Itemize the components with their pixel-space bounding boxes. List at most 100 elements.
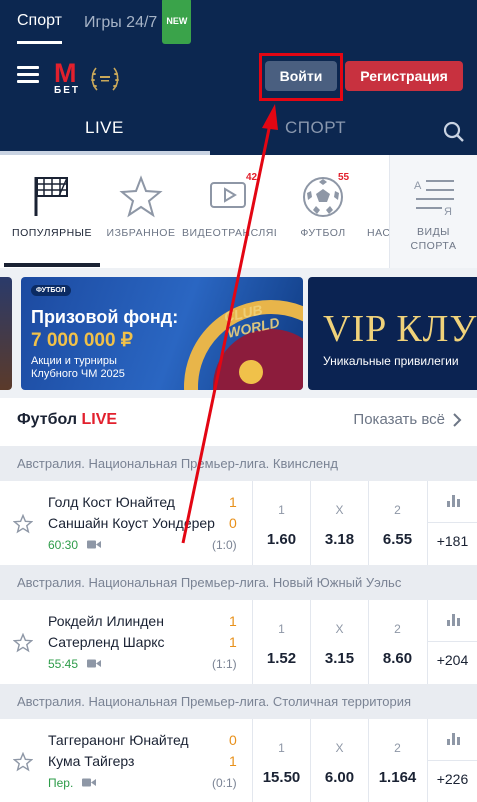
category-label: ФУТБОЛ [300,227,346,239]
odds-label: X [335,741,344,755]
team-home: Рокдейл Илинден [48,613,164,629]
odds-value: 15.50 [262,769,301,786]
search-icon[interactable] [443,121,465,143]
odds-button[interactable]: 2 6.55 [368,481,426,565]
screen: { "top_tabs": [ {"label": "Спорт", "acti… [0,0,477,802]
stats-icon[interactable] [447,733,461,745]
star-icon [119,175,163,218]
match-row[interactable]: Рокдейл Илинден Сатерленд Шаркс 1 1 55:45 (1:… [0,600,477,684]
vip-title: VIP КЛУБ [323,308,477,350]
odds-label: X [335,503,344,517]
more-markets-count[interactable]: +226 [428,771,477,787]
favorite-star-icon[interactable] [13,633,33,653]
odds-button[interactable]: 1 15.50 [252,719,310,802]
tab-games[interactable]: Игры 24/7 NEW [84,0,192,44]
tab-live[interactable]: LIVE [85,118,124,138]
category-label-line: ВИДЫ [417,226,450,238]
score-away: 0 [229,515,237,531]
divider [428,522,477,523]
team-away: Саншайн Коуст Уондерер [48,515,215,531]
tab-sport[interactable]: Спорт [17,0,62,44]
odds-value: 3.15 [324,650,355,667]
match-time: Пер. [48,776,74,790]
chevron-right-icon[interactable] [451,413,463,427]
more-markets-count[interactable]: +181 [428,533,477,549]
flag-grid-icon [34,177,68,216]
video-camera-icon [87,659,101,668]
team-home: Голд Кост Юнайтед [48,494,175,510]
odds-button[interactable]: 2 1.164 [368,719,426,802]
category-label-line: СПОРТА [410,240,457,252]
live-label: LIVE [81,411,118,428]
divider [428,760,477,761]
odds-value: 3.18 [324,531,355,548]
more-markets-count[interactable]: +204 [428,652,477,668]
odds-button[interactable]: 2 8.60 [368,600,426,684]
team-home: Таггеранонг Юнайтед [48,732,189,748]
banner-prize-fund[interactable]: ФУТБОЛ Призовой фонд: 7 000 000 ₽ Акции … [21,277,303,390]
video-camera-icon [82,778,96,787]
odds-button[interactable]: 1 1.60 [252,481,310,565]
odds-value: 6.55 [382,531,413,548]
odds-value: 1.52 [266,650,297,667]
header: M БЕТ Войти Регистрация [0,44,477,110]
odds-label: 1 [278,622,285,636]
category-label: ВИДЕОТРАНСЛЯЦИИ [182,227,276,239]
banner-vip-club[interactable]: VIP КЛУБ Уникальные привилегии [308,277,477,390]
promo-banners: ФУТБОЛ Призовой фонд: 7 000 000 ₽ Акции … [0,268,477,398]
league-header[interactable]: Австралия. Национальная Премьер-лига. Кв… [0,446,477,481]
category-label: НАСТОЛЬНЫЙ ТЕННИС [367,227,389,239]
category-count: 42 [246,172,258,183]
category-football[interactable]: 55 ФУТБОЛ [286,155,360,268]
more-markets[interactable]: +181 [427,481,477,565]
favorite-star-icon[interactable] [13,514,33,534]
score-away: 1 [229,753,237,769]
odds-button[interactable]: X 3.15 [310,600,368,684]
score-home: 0 [229,732,237,748]
register-button[interactable]: Регистрация [345,61,463,91]
active-category-indicator [4,263,100,267]
vip-subtitle: Уникальные привилегии [323,354,459,368]
category-table-tennis[interactable]: НАСТОЛЬНЫЙ ТЕННИС [364,155,389,268]
category-favorites[interactable]: ИЗБРАННОЕ [100,155,182,268]
team-away: Кума Тайгерз [48,753,135,769]
menu-icon[interactable] [17,66,39,84]
team-away: Сатерленд Шаркс [48,634,165,650]
section-title: Футбол LIVE [17,411,117,429]
login-highlight-frame [259,53,343,101]
odds-value: 8.60 [382,650,413,667]
category-video[interactable]: 42 ВИДЕОТРАНСЛЯЦИИ [182,155,276,268]
odds-button[interactable]: 1 1.52 [252,600,310,684]
more-markets[interactable]: +204 [427,600,477,684]
score-home: 1 [229,613,237,629]
more-markets[interactable]: +226 [427,719,477,802]
logo-subtitle: БЕТ [54,85,80,96]
score-away: 1 [229,634,237,650]
svg-text:Я: Я [444,206,452,217]
category-popular[interactable]: ПОПУЛЯРНЫЕ [4,155,100,268]
odds-label: 2 [394,503,401,517]
stats-icon[interactable] [447,495,461,507]
show-all-link[interactable]: Показать всё [353,411,445,428]
category-label: ВИДЫ СПОРТА [390,225,477,253]
odds-button[interactable]: X 3.18 [310,481,368,565]
banner-partial[interactable] [0,277,12,390]
league-header[interactable]: Австралия. Национальная Премьер-лига. Ст… [0,684,477,719]
svg-text:A: A [414,180,422,192]
match-row[interactable]: Таггеранонг Юнайтед Кума Тайгерз 0 1 Пер. (0:… [0,719,477,802]
odds-button[interactable]: X 6.00 [310,719,368,802]
divider [428,641,477,642]
banner-subtitle: Акции и турниры Клубного ЧМ 2025 [31,355,125,380]
tab-sport-list[interactable]: СПОРТ [285,118,346,138]
football-live-header: Футбол LIVE Показать всё [0,398,477,446]
match-time: 60:30 [48,538,79,552]
favorite-star-icon[interactable] [13,752,33,772]
stats-icon[interactable] [447,614,461,626]
half-time-score: (0:1) [212,776,237,790]
match-row[interactable]: Голд Кост Юнайтед Саншайн Коуст Уондерер 1… [0,481,477,565]
league-header[interactable]: Австралия. Национальная Премьер-лига. Но… [0,565,477,600]
banner-tag: ФУТБОЛ [31,285,71,296]
category-count: 55 [338,172,350,183]
category-all-sports[interactable]: A Я ВИДЫ СПОРТА [390,155,477,268]
top-tabs: Спорт Игры 24/7 NEW [0,0,477,44]
